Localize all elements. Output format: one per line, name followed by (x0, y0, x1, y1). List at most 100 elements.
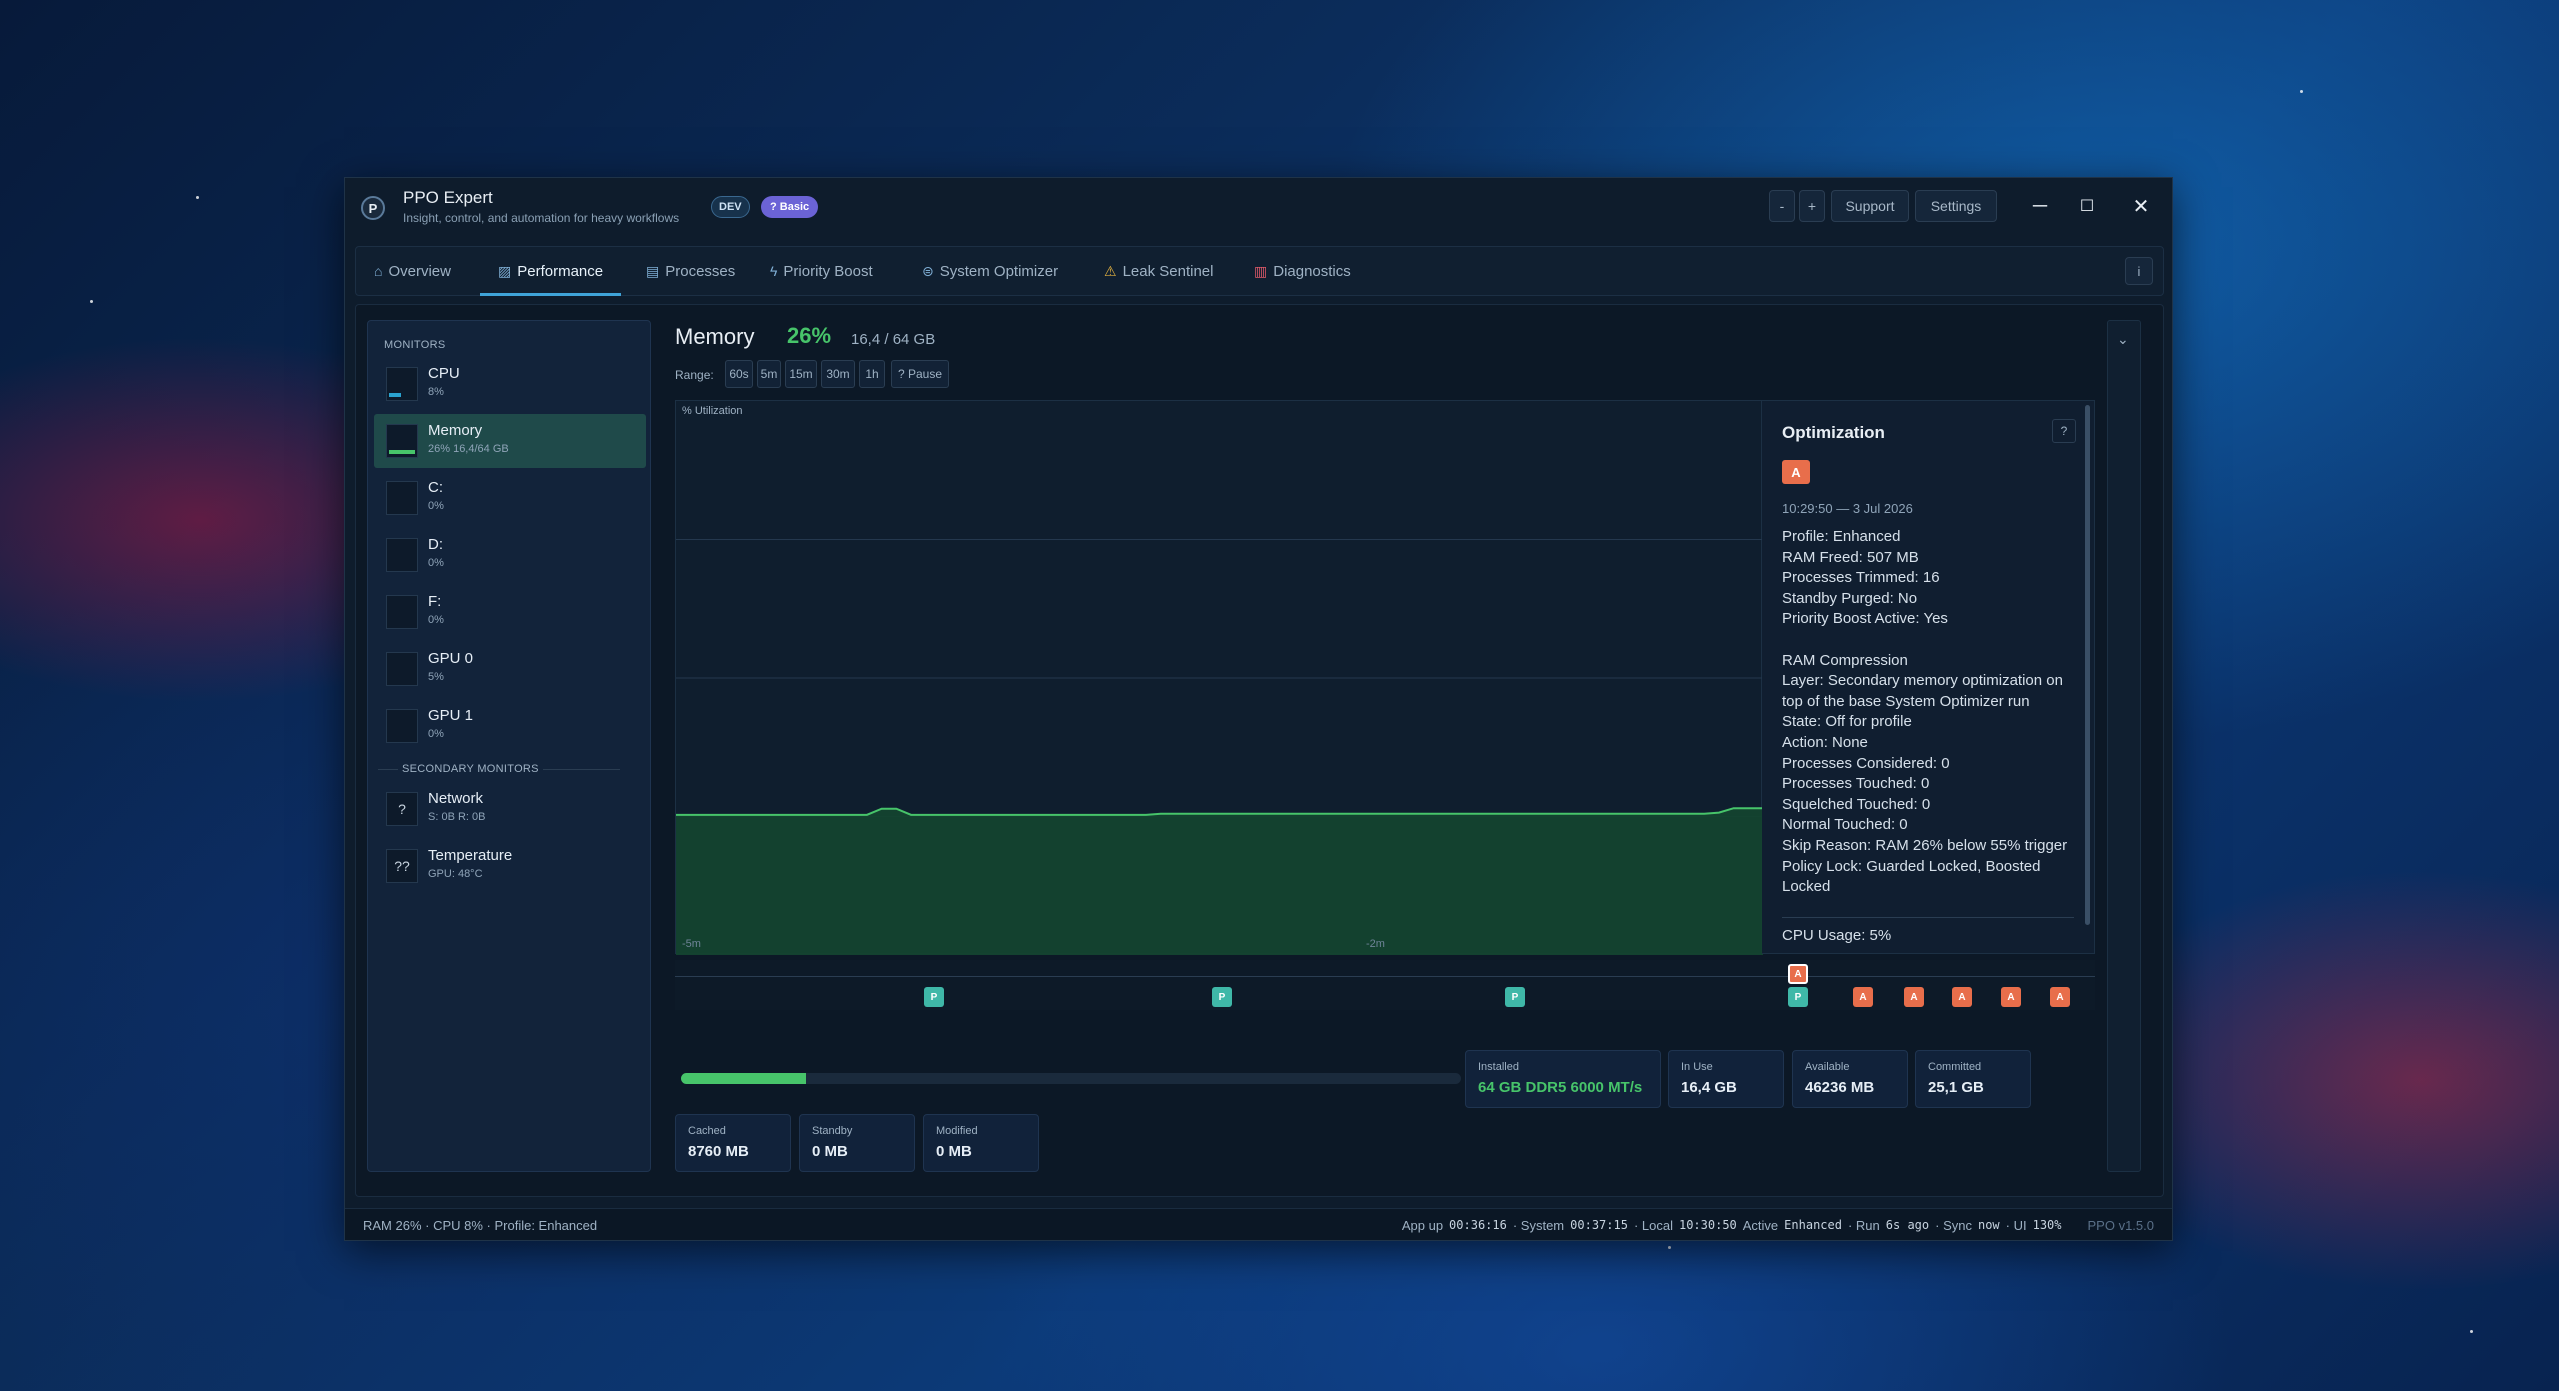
monitor-value: S: 0B R: 0B (428, 811, 486, 823)
monitor-value: 8% (428, 386, 444, 398)
monitor-network[interactable]: ? Network S: 0B R: 0B (374, 782, 646, 836)
detail-line: Priority Boost Active: Yes (1782, 610, 1948, 628)
timeline-marker-p[interactable]: P (1788, 987, 1808, 1007)
star (196, 196, 199, 199)
timeline-marker-p[interactable]: P (1505, 987, 1525, 1007)
gamepad-icon: ⊜ (922, 262, 934, 279)
close-icon[interactable]: ✕ (2127, 192, 2155, 220)
monitor-cpu[interactable]: CPU 8% (374, 357, 646, 411)
tab-priority-boost[interactable]: ϟ Priority Boost (770, 247, 873, 295)
divider (1782, 917, 2074, 918)
dev-badge: DEV (711, 196, 750, 218)
monitor-value: GPU: 48°C (428, 868, 483, 880)
bolt-icon: ϟ (770, 263, 778, 279)
stat-value: 46236 MB (1805, 1079, 1875, 1096)
stat-label: Cached (688, 1125, 726, 1137)
detail-line: Processes Trimmed: 16 (1782, 569, 1940, 587)
tab-label: System Optimizer (939, 262, 1059, 280)
monitor-disk-d[interactable]: D: 0% (374, 528, 646, 582)
memory-line (676, 807, 1763, 816)
detail-line: Processes Considered: 0 (1782, 754, 1950, 772)
star (2470, 1330, 2473, 1333)
right-collapse-rail[interactable]: ⌄ (2107, 320, 2141, 1172)
settings-button[interactable]: Settings (1915, 190, 1997, 222)
tab-leak-sentinel[interactable]: ⚠ Leak Sentinel (1104, 247, 1213, 295)
detail-line: Skip Reason: RAM 26% below 55% trigger (1782, 836, 2068, 854)
monitor-name: D: (428, 536, 443, 553)
stat-value: 0 MB (936, 1143, 972, 1160)
x-tick-label: -5m (682, 938, 701, 950)
timeline-marker-a-selected[interactable]: A (1788, 964, 1808, 984)
timeline-marker-a[interactable]: A (2001, 987, 2021, 1007)
detail-line: Normal Touched: 0 (1782, 816, 1908, 834)
ui-value: 130% (2032, 1218, 2062, 1232)
gpu-thumbnail (386, 709, 418, 743)
stat-value: 0 MB (812, 1143, 848, 1160)
monitor-temperature[interactable]: ?? Temperature GPU: 48°C (374, 839, 646, 893)
timeline-marker-p[interactable]: P (924, 987, 944, 1007)
support-button[interactable]: Support (1831, 190, 1909, 222)
memory-area (676, 808, 1763, 955)
local-label: · Local (1633, 1218, 1673, 1233)
maximize-icon[interactable]: ☐ (2073, 192, 2101, 220)
stat-standby: Standby 0 MB (799, 1114, 915, 1172)
diagnostics-icon: ▥ (1254, 262, 1268, 279)
monitor-gpu-1[interactable]: GPU 1 0% (374, 699, 646, 753)
monitor-memory[interactable]: Memory 26% 16,4/64 GB (374, 414, 646, 468)
memory-percent: 26% (787, 323, 832, 348)
optimization-scrollbar[interactable] (2085, 405, 2090, 925)
timeline-marker-p[interactable]: P (1212, 987, 1232, 1007)
zoom-out-button[interactable]: - (1769, 190, 1795, 222)
timeline-marker-a[interactable]: A (1853, 987, 1873, 1007)
monitor-name: GPU 0 (428, 650, 474, 667)
monitor-value: 0% (428, 557, 444, 569)
tab-system-optimizer[interactable]: ⊜ System Optimizer (922, 247, 1058, 295)
range-15m-button[interactable]: 15m (785, 360, 817, 388)
chevron-down-icon[interactable]: ⌄ (2117, 331, 2129, 348)
optimization-title: Optimization (1782, 423, 1885, 442)
range-5m-button[interactable]: 5m (757, 360, 781, 388)
info-button[interactable]: i (2125, 257, 2153, 285)
active-label: Active (1742, 1218, 1779, 1233)
monitor-name: F: (428, 593, 442, 610)
optimization-help-button[interactable]: ? (2052, 419, 2076, 443)
basic-mode-badge[interactable]: ? Basic (761, 196, 819, 218)
timeline-marker-a[interactable]: A (1904, 987, 1924, 1007)
disk-thumbnail (386, 481, 418, 515)
timeline-marker-a[interactable]: A (1952, 987, 1972, 1007)
monitor-value: 0% (428, 614, 444, 626)
timeline-marker-a[interactable]: A (2050, 987, 2070, 1007)
tab-processes[interactable]: ▤ Processes (646, 247, 735, 295)
tab-overview[interactable]: ⌂ Overview (374, 247, 451, 295)
star (90, 300, 93, 303)
stat-available: Available 46236 MB (1792, 1050, 1908, 1108)
range-1h-button[interactable]: 1h (859, 360, 885, 388)
minimize-icon[interactable]: ─ (2026, 192, 2054, 220)
stat-value: 16,4 GB (1681, 1079, 1737, 1096)
memory-chart: -5m -2m (675, 400, 1763, 955)
ui-label: · UI (2005, 1218, 2027, 1233)
monitor-gpu-0[interactable]: GPU 0 5% (374, 642, 646, 696)
stat-committed: Committed 25,1 GB (1915, 1050, 2031, 1108)
memory-usage-bar (681, 1073, 1461, 1084)
range-60s-button[interactable]: 60s (725, 360, 753, 388)
x-tick-label: -2m (1366, 938, 1385, 950)
tab-label: Processes (665, 262, 736, 280)
monitor-value: 26% 16,4/64 GB (428, 443, 509, 455)
monitor-disk-f[interactable]: F: 0% (374, 585, 646, 639)
detail-line: Processes Touched: 0 (1782, 775, 1930, 793)
monitor-disk-c[interactable]: C: 0% (374, 471, 646, 525)
tab-performance[interactable]: ▨ Performance (480, 247, 622, 296)
status-bar: RAM 26% · CPU 8% · Profile: Enhanced App… (345, 1208, 2172, 1240)
version-label: PPO v1.5.0 (2087, 1218, 2154, 1233)
detail-line: Squelched Touched: 0 (1782, 795, 1931, 813)
stat-label: Committed (1928, 1061, 1982, 1073)
pause-button[interactable]: ? Pause (891, 360, 949, 388)
tab-diagnostics[interactable]: ▥ Diagnostics (1254, 247, 1351, 295)
detail-line: RAM Compression (1782, 651, 1908, 669)
zoom-in-button[interactable]: + (1799, 190, 1825, 222)
title-bar: P PPO Expert Insight, control, and autom… (345, 178, 2172, 232)
range-30m-button[interactable]: 30m (821, 360, 855, 388)
optimization-time: 10:29:50 — 3 Jul 2026 (1782, 501, 1913, 516)
stat-label: Standby (812, 1125, 853, 1137)
